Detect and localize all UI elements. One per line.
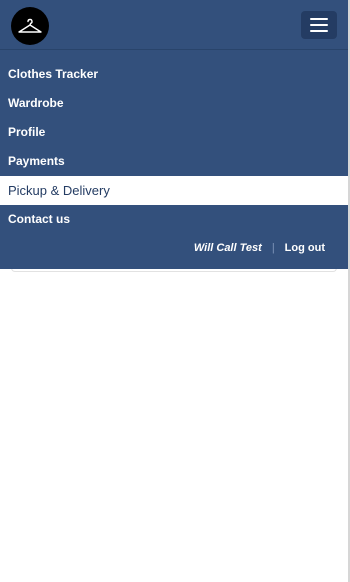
menu-item-pickup-delivery[interactable]: Pickup & Delivery — [0, 176, 348, 205]
user-name[interactable]: Will Call Test — [194, 240, 262, 256]
hanger-svg — [18, 18, 42, 33]
toggle-bar — [310, 18, 328, 20]
menu-item-contact-us[interactable]: Contact us — [0, 205, 348, 234]
user-divider: | — [271, 242, 275, 254]
toggle-bar — [310, 24, 328, 26]
menu-item-profile[interactable]: Profile — [0, 118, 348, 147]
menu-item-wardrobe[interactable]: Wardrobe — [0, 89, 348, 118]
logout-link[interactable]: Log out — [285, 240, 325, 256]
hamburger-menu-icon[interactable] — [301, 11, 337, 39]
main-navbar: Clothes Tracker Wardrobe Profile Payment… — [0, 0, 348, 269]
toggle-bar — [310, 30, 328, 32]
menu-item-clothes-tracker[interactable]: Clothes Tracker — [0, 60, 348, 89]
user-area: Will Call Test | Log out — [194, 240, 325, 256]
clothes-hanger-icon[interactable] — [11, 7, 49, 45]
navbar-header — [0, 0, 348, 50]
menu-item-payments[interactable]: Payments — [0, 147, 348, 176]
nav-menu: Clothes Tracker Wardrobe Profile Payment… — [0, 60, 348, 234]
